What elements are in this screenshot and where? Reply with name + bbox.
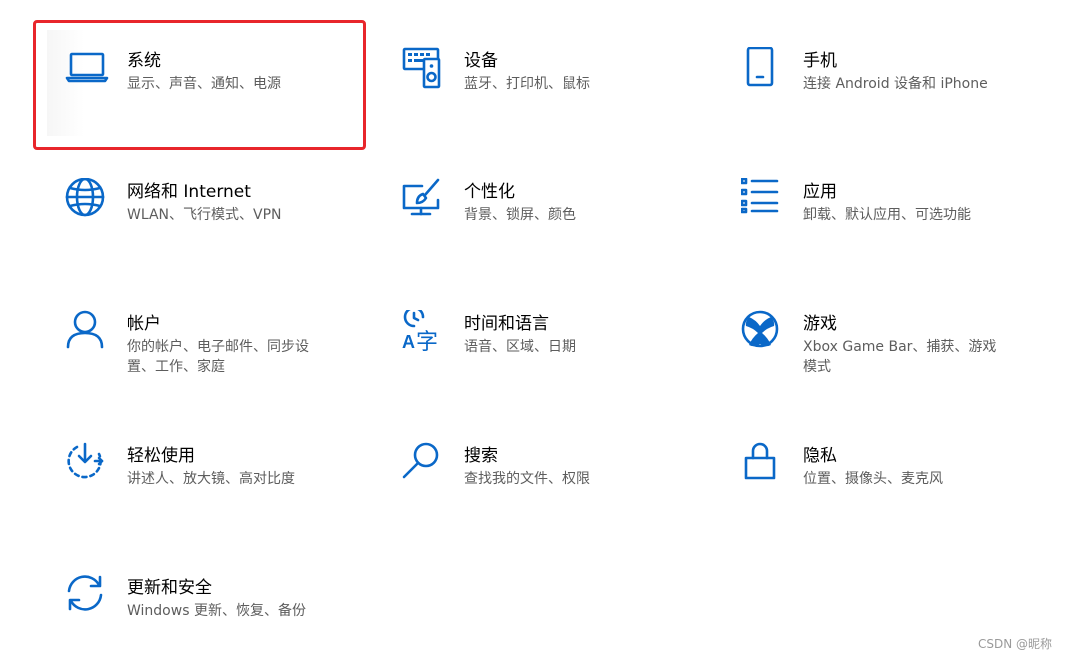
tile-title: 搜索 xyxy=(464,446,498,466)
tile-title: 设备 xyxy=(464,51,498,71)
devices-icon xyxy=(402,47,446,91)
tile-description: 蓝牙、打印机、鼠标 xyxy=(464,76,590,92)
tile-title: 时间和语言 xyxy=(464,314,549,334)
tile-apps[interactable]: 应用 卸载、默认应用、可选功能 xyxy=(741,178,1031,248)
tile-description: 显示、声音、通知、电源 xyxy=(127,76,281,92)
settings-home: 系统 显示、声音、通知、电源 设备 蓝牙、打印机、鼠标 手机 连接 Androi… xyxy=(0,0,1066,660)
apps-list-icon xyxy=(741,178,785,222)
tile-description: 连接 Android 设备和 iPhone xyxy=(803,76,988,92)
tile-accounts[interactable]: 帐户 你的帐户、电子邮件、同步设置、工作、家庭 xyxy=(65,310,355,390)
ease-of-access-icon xyxy=(65,442,109,486)
globe-icon xyxy=(65,178,109,222)
tile-phone[interactable]: 手机 连接 Android 设备和 iPhone xyxy=(741,47,1041,117)
tile-description: 讲述人、放大镜、高对比度 xyxy=(127,471,295,487)
tile-description: 你的帐户、电子邮件、同步设置、工作、家庭 xyxy=(127,339,309,375)
tile-description: 背景、锁屏、颜色 xyxy=(464,207,576,223)
person-icon xyxy=(65,310,109,354)
tile-title: 游戏 xyxy=(803,314,837,334)
tile-title: 更新和安全 xyxy=(127,578,212,598)
tile-title: 帐户 xyxy=(127,314,161,334)
time-language-icon: A 字 xyxy=(402,310,446,354)
xbox-icon xyxy=(741,310,785,354)
tile-description: 查找我的文件、权限 xyxy=(464,471,590,487)
tile-system[interactable]: 系统 显示、声音、通知、电源 xyxy=(65,47,355,117)
tile-title: 应用 xyxy=(803,182,837,202)
tile-title: 隐私 xyxy=(803,446,837,466)
tile-title: 轻松使用 xyxy=(127,446,195,466)
tile-gaming[interactable]: 游戏 Xbox Game Bar、捕获、游戏模式 xyxy=(741,310,1031,390)
sync-icon xyxy=(65,574,109,618)
svg-text:字: 字 xyxy=(416,330,438,354)
tile-description: 位置、摄像头、麦克风 xyxy=(803,471,943,487)
search-icon xyxy=(402,442,446,486)
tile-network[interactable]: 网络和 Internet WLAN、飞行模式、VPN xyxy=(65,178,355,248)
watermark: CSDN @昵称 xyxy=(977,637,1052,651)
lock-icon xyxy=(741,442,785,486)
tile-time-language[interactable]: A 字 时间和语言 语音、区域、日期 xyxy=(402,310,692,380)
tile-title: 个性化 xyxy=(464,182,515,202)
tile-title: 系统 xyxy=(127,51,161,71)
tile-description: WLAN、飞行模式、VPN xyxy=(127,207,282,223)
personalization-icon xyxy=(402,178,446,222)
svg-text:A: A xyxy=(402,332,415,352)
tile-title: 手机 xyxy=(803,51,837,71)
tile-description: 语音、区域、日期 xyxy=(464,339,576,355)
laptop-icon xyxy=(65,47,109,91)
tile-description: Xbox Game Bar、捕获、游戏模式 xyxy=(803,339,997,375)
tile-title: 网络和 Internet xyxy=(127,182,251,202)
tile-personalization[interactable]: 个性化 背景、锁屏、颜色 xyxy=(402,178,692,248)
tile-update-security[interactable]: 更新和安全 Windows 更新、恢复、备份 xyxy=(65,574,355,644)
tile-search[interactable]: 搜索 查找我的文件、权限 xyxy=(402,442,692,512)
tile-description: Windows 更新、恢复、备份 xyxy=(127,603,306,619)
tile-description: 卸载、默认应用、可选功能 xyxy=(803,207,971,223)
tile-privacy[interactable]: 隐私 位置、摄像头、麦克风 xyxy=(741,442,1031,512)
phone-icon xyxy=(741,47,785,91)
tile-ease-of-access[interactable]: 轻松使用 讲述人、放大镜、高对比度 xyxy=(65,442,355,512)
tile-devices[interactable]: 设备 蓝牙、打印机、鼠标 xyxy=(402,47,692,117)
